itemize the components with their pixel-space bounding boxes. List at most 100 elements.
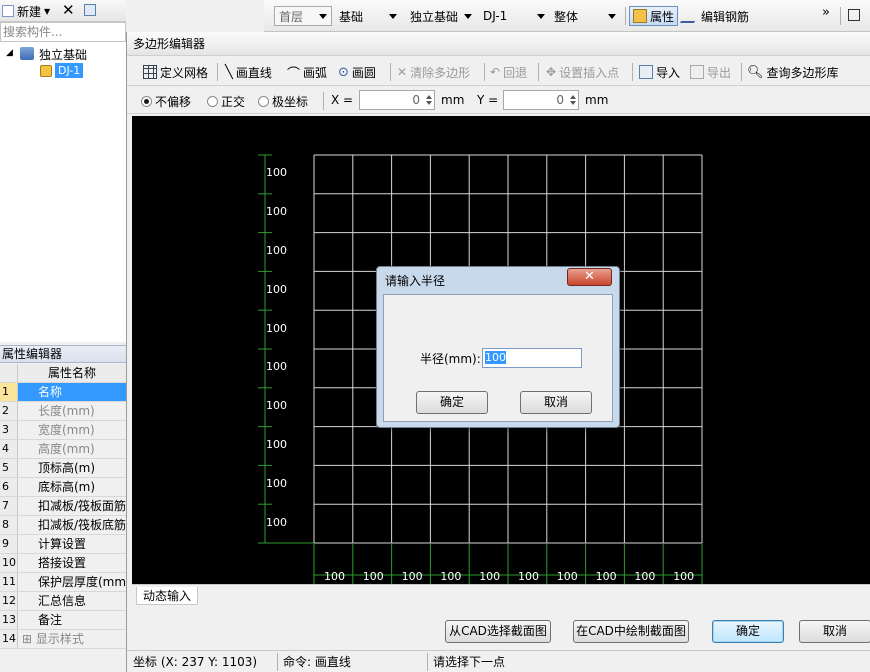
property-row[interactable]: 12 汇总信息 [0,592,126,611]
draw-line-button[interactable]: ╲ 画直线 [225,62,272,82]
property-header-row: 属性名称 [0,364,126,383]
delete-icon[interactable]: ✕ [62,1,75,19]
export-button[interactable]: 导出 [690,62,731,82]
property-name: 底标高(m) [38,480,96,494]
undo-button[interactable]: ↶ 回退 [490,62,527,82]
properties-icon [633,9,647,23]
property-row[interactable]: 11 保护层厚度(mm) [0,573,126,592]
component-select[interactable]: DJ-1 [478,6,550,26]
grid-col-label: 100 [673,570,695,583]
dynamic-input-tab[interactable]: 动态输入 [136,587,199,605]
chevron-down-icon [608,14,616,19]
property-row[interactable]: 14 ⊞ 显示样式 [0,630,126,649]
floor-select[interactable]: 首层 [274,6,332,26]
spin-down-icon[interactable] [570,101,576,105]
radius-input[interactable]: 100 [482,348,582,368]
draw-circle-button[interactable]: ⊙ 画圆 [338,62,376,82]
x-unit: mm [441,93,465,107]
tree-item-dj1[interactable]: DJ-1 [55,63,84,78]
grid-icon [143,65,157,79]
tree-item-root[interactable]: 独立基础 [39,46,87,63]
offset-polar-radio[interactable]: 极坐标 [258,91,308,111]
grid-row-label: 100 [266,166,287,180]
property-table: 属性名称 1 名称 2 长度(mm) 3 宽度(mm) 4 高度(mm) 5 顶标高(m) 6 底标高… [0,364,126,649]
property-row[interactable]: 7 扣减板/筏板面筋 [0,497,126,516]
import-button[interactable]: 导入 [639,62,680,82]
clear-icon: ✕ [397,65,408,79]
radio-icon [207,95,218,107]
property-row-number: 12 [0,592,18,610]
property-name: 名称 [18,383,126,401]
query-library-button[interactable]: 🔍︎ 查询多边形库 [747,62,839,82]
chevron-down-icon: ▼ [44,6,51,16]
select-from-cad-button[interactable]: 从CAD选择截面图 [445,620,551,643]
grid-row-label: 100 [266,438,287,451]
status-command: 命令: 画直线 [283,655,351,669]
property-name: 汇总信息 [38,594,87,608]
search-input[interactable]: 搜索构件... [0,22,126,42]
grid-col-label: 100 [518,570,539,583]
clear-polygon-button[interactable]: ✕ 清除多边形 [397,62,470,82]
property-row[interactable]: 9 计算设置 [0,535,126,554]
y-input[interactable]: 0 [503,90,579,110]
dialog-cancel-button[interactable]: 取消 [520,391,592,414]
more-tools-icon[interactable]: » [822,5,830,20]
property-row[interactable]: 3 宽度(mm) [0,421,126,440]
property-row[interactable]: 8 扣减板/筏板底筋 [0,516,126,535]
y-label: Y = [477,93,499,107]
grid-col-label: 100 [401,570,423,583]
copy-icon[interactable] [84,4,96,16]
new-button[interactable]: 新建 ▼ [2,1,50,21]
property-row-number: 5 [0,459,18,477]
ok-button[interactable]: 确定 [712,620,784,643]
property-row-number: 2 [0,402,18,420]
offset-none-radio[interactable]: 不偏移 [141,91,191,111]
property-name: ⊞ 显示样式 [22,632,84,646]
category-select[interactable]: 基础 [334,6,402,26]
property-row[interactable]: 1 名称 [0,383,126,402]
spin-up-icon[interactable] [426,95,432,99]
y-unit: mm [585,93,609,107]
define-grid-button[interactable]: 定义网格 [143,62,208,82]
edit-rebar-button[interactable]: 编辑钢筋 [679,6,749,26]
spin-down-icon[interactable] [426,101,432,105]
radius-label: 半径(mm): [420,352,481,366]
grid-row-label: 100 [266,205,287,219]
draw-arc-button[interactable]: ⌒ 画弧 [287,62,327,82]
property-name: 备注 [38,613,63,627]
cancel-button[interactable]: 取消 [799,620,870,643]
property-row-number: 14 [0,630,18,648]
main-toolbar: 首层 基础 独立基础 DJ-1 整体 属性 编辑钢筋 » [264,0,870,32]
property-name: 扣减板/筏板面筋 [38,499,126,513]
property-row[interactable]: 10 搭接设置 [0,554,126,573]
spin-up-icon[interactable] [570,95,576,99]
type-select[interactable]: 独立基础 [405,6,477,26]
property-row[interactable]: 5 顶标高(m) [0,459,126,478]
grid-col-label: 100 [479,570,501,583]
property-editor-title: 属性编辑器 [0,345,126,363]
property-row[interactable]: 13 备注 [0,611,126,630]
properties-button[interactable]: 属性 [629,6,679,26]
property-row[interactable]: 6 底标高(m) [0,478,126,497]
radio-icon [258,95,269,107]
scope-select[interactable]: 整体 [549,6,621,26]
x-input[interactable]: 0 [359,90,435,110]
property-row[interactable]: 2 长度(mm) [0,402,126,421]
dialog-ok-button[interactable]: 确定 [416,391,488,414]
property-name: 计算设置 [38,537,87,551]
property-row-number: 13 [0,611,18,629]
expand-icon[interactable]: ⊞ [22,632,36,646]
status-bar: 坐标 (X: 237 Y: 1103) 命令: 画直线 请选择下一点 [127,650,870,672]
offset-toolbar: 不偏移 正交 极坐标 X = 0 mm Y = 0 mm [127,88,870,114]
editor-title: 多边形编辑器 [127,32,870,56]
grid-icon[interactable] [848,9,860,21]
property-row-number: 4 [0,440,18,458]
collapse-icon[interactable]: ◢ [6,48,13,58]
property-row[interactable]: 4 高度(mm) [0,440,126,459]
set-insert-point-button[interactable]: ✥ 设置插入点 [546,62,619,82]
close-icon[interactable]: ✕ [567,268,612,286]
draw-in-cad-button[interactable]: 在CAD中绘制截面图 [573,620,689,643]
radio-selected-icon [141,95,152,107]
grid-col-label: 100 [595,570,617,583]
offset-ortho-radio[interactable]: 正交 [207,91,245,111]
